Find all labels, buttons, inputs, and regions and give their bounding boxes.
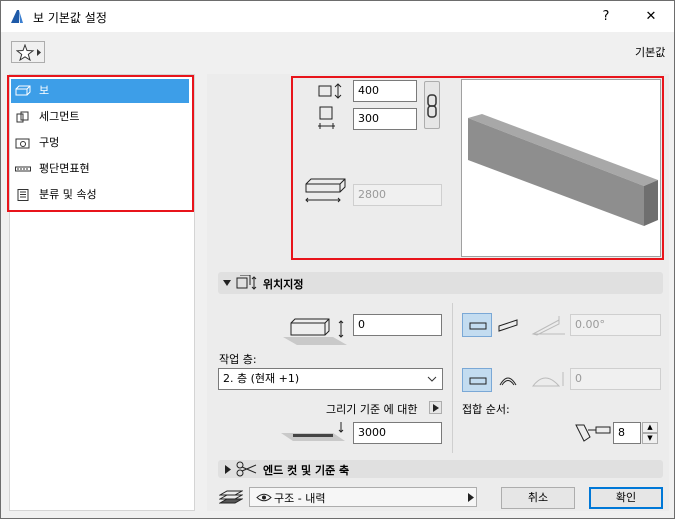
geometry-highlight-box	[291, 76, 664, 260]
cancel-button[interactable]: 취소	[501, 487, 575, 509]
slope-angle-icon	[531, 316, 565, 336]
positioning-section-header[interactable]: 위치지정	[218, 272, 663, 294]
story-select[interactable]: 2. 층 (현재 +1)	[218, 368, 443, 390]
priority-decrement[interactable]: ▼	[642, 433, 658, 444]
arrow-right-icon	[433, 404, 439, 412]
junction-priority-icon	[575, 424, 611, 442]
curve-radius-icon	[531, 372, 564, 387]
title-bar: 보 기본값 설정 ? ✕	[1, 1, 674, 32]
layer-icon	[219, 490, 243, 504]
collapse-arrow-icon	[223, 280, 231, 286]
favorites-button[interactable]	[11, 41, 45, 63]
beam-offset-icon	[283, 318, 347, 345]
offset-input[interactable]: 0	[353, 314, 442, 336]
reference-input[interactable]: 3000	[353, 422, 442, 444]
reference-label: 그리기 기준 에 대한	[326, 403, 418, 416]
positioning-title: 위치지정	[263, 278, 304, 291]
story-label: 작업 층:	[219, 353, 257, 366]
sidebar-highlight-box	[7, 75, 194, 212]
dialog-window: 보 기본값 설정 ? ✕ 기본값 보 세그먼트 구멍 평단면표현 분류 및 속성	[0, 0, 675, 519]
scissors-icon	[236, 461, 257, 477]
straight-beam-toggle[interactable]	[462, 368, 492, 392]
horizontal-beam-icon	[469, 322, 487, 330]
reference-menu-button[interactable]	[429, 401, 442, 414]
straight-beam-icon	[469, 377, 487, 385]
help-button[interactable]: ?	[586, 1, 626, 32]
priority-input[interactable]: 8	[613, 422, 641, 444]
defaults-label: 기본값	[635, 46, 666, 59]
priority-label: 접합 순서:	[462, 403, 510, 416]
vertical-divider	[452, 303, 453, 453]
horizontal-beam-toggle[interactable]	[462, 313, 492, 337]
sloped-beam-icon	[498, 319, 518, 332]
curved-beam-toggle[interactable]	[493, 368, 523, 392]
layer-select[interactable]: 구조 - 내력	[249, 487, 477, 507]
curved-beam-icon	[499, 377, 517, 386]
eye-icon	[256, 493, 272, 502]
window-title: 보 기본값 설정	[33, 11, 107, 25]
close-button[interactable]: ✕	[631, 1, 671, 32]
curve-radius-input: 0	[570, 368, 661, 390]
sloped-beam-toggle[interactable]	[493, 313, 523, 337]
star-icon	[16, 44, 41, 61]
ok-button[interactable]: 확인	[589, 487, 663, 509]
end-cuts-section-header[interactable]: 엔드 컷 및 기준 축	[218, 460, 663, 478]
arrow-right-icon	[468, 493, 474, 502]
priority-increment[interactable]: ▲	[642, 422, 658, 433]
layer-value: 구조 - 내력	[274, 492, 326, 505]
end-cuts-title: 엔드 컷 및 기준 축	[263, 464, 350, 477]
archicad-logo-icon	[11, 10, 23, 23]
slope-angle-input: 0.00°	[570, 314, 661, 336]
chevron-down-icon	[427, 376, 437, 382]
reference-level-icon	[281, 422, 345, 441]
expand-arrow-icon	[225, 465, 231, 474]
story-value: 2. 층 (현재 +1)	[223, 372, 300, 385]
positioning-icon	[236, 275, 257, 290]
